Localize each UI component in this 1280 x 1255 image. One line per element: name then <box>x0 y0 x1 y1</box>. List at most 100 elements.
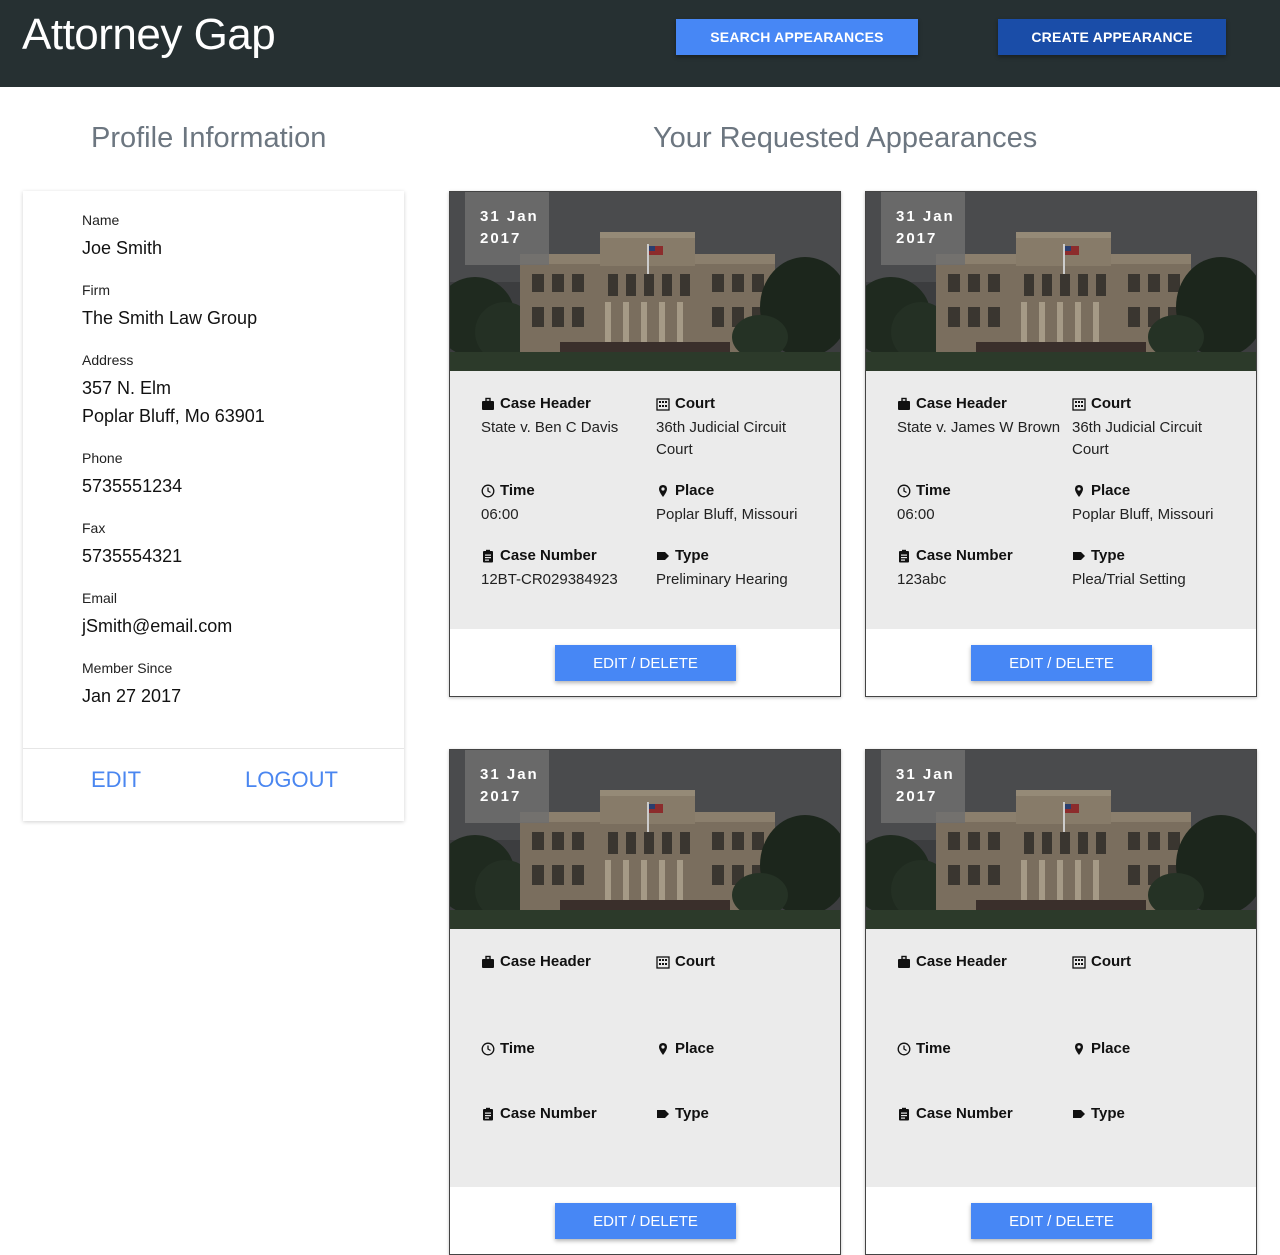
type-label: Type <box>1091 547 1125 564</box>
court-label: Court <box>1091 395 1131 412</box>
case-header-label: Case Header <box>500 953 591 970</box>
profile-member-field: Member Since Jan 27 2017 <box>82 660 181 710</box>
fax-value: 5735554321 <box>82 546 183 566</box>
date-badge: 31 Jan 2017 <box>465 192 549 265</box>
courthouse-image: 31 Jan 2017 <box>866 750 1256 929</box>
case-header-label: Case Header <box>916 395 1007 412</box>
court-label: Court <box>675 395 715 412</box>
time-value: 06:00 <box>897 506 935 523</box>
tag-icon <box>1073 1109 1085 1118</box>
briefcase-icon <box>482 955 494 968</box>
case-number-value: 123abc <box>897 571 947 588</box>
brand-logo[interactable]: Attorney Gap <box>22 10 276 60</box>
type-label: Type <box>1091 1105 1125 1122</box>
appearance-card-3: 31 Jan 2017 Case Header Court Time Place… <box>449 749 841 1255</box>
fax-label: Fax <box>82 520 106 536</box>
edit-delete-button[interactable]: Edit / Delete <box>555 1203 736 1239</box>
edit-delete-button[interactable]: Edit / Delete <box>555 645 736 681</box>
briefcase-icon <box>898 397 910 410</box>
time-label: Time <box>916 482 951 499</box>
court-field: Court 36th Judicial Circuit Court <box>1072 395 1242 461</box>
case-number-field: Case Number <box>481 1105 651 1127</box>
case-header-field: Case Header State v. James W Brown <box>897 395 1067 439</box>
courthouse-image: 31 Jan 2017 <box>450 192 840 371</box>
case-header-label: Case Header <box>916 953 1007 970</box>
address-label: Address <box>82 352 134 368</box>
place-field: Place Poplar Bluff, Missouri <box>1072 482 1242 526</box>
clipboard-icon <box>483 1107 493 1120</box>
profile-divider <box>23 748 404 749</box>
time-label: Time <box>500 482 535 499</box>
court-label: Court <box>675 953 715 970</box>
create-appearance-button[interactable]: Create Appearance <box>998 19 1226 55</box>
court-value: 36th Judicial Circuit Court <box>1072 419 1203 458</box>
appearance-details: Case Header State v. James W Brown Court… <box>866 371 1256 629</box>
logout-link[interactable]: Logout <box>245 767 338 793</box>
court-field: Court <box>1072 953 1242 975</box>
appearances-section-title: Your Requested Appearances <box>653 122 1038 154</box>
place-label: Place <box>675 1040 715 1057</box>
date-year: 2017 <box>896 230 938 247</box>
firm-label: Firm <box>82 282 110 298</box>
profile-email-field: Email jSmith@email.com <box>82 590 232 640</box>
type-value: Preliminary Hearing <box>656 571 788 588</box>
profile-edit-link[interactable]: Edit <box>91 767 141 793</box>
building-icon <box>1072 397 1086 411</box>
place-label: Place <box>675 482 715 499</box>
place-value: Poplar Bluff, Missouri <box>1072 506 1214 523</box>
date-year: 2017 <box>896 788 938 805</box>
building-icon <box>656 955 670 969</box>
date-day: 31 Jan <box>896 766 955 783</box>
place-field: Place <box>1072 1040 1242 1062</box>
clock-icon <box>481 484 495 497</box>
appearance-card-1: 31 Jan 2017 Case Header State v. Ben C D… <box>449 191 841 697</box>
email-label: Email <box>82 590 118 606</box>
case-number-field: Case Number 123abc <box>897 547 1067 591</box>
date-day: 31 Jan <box>480 766 539 783</box>
time-field: Time <box>481 1040 651 1062</box>
member-since-value: Jan 27 2017 <box>82 686 182 706</box>
type-field: Type <box>1072 1105 1242 1127</box>
date-year: 2017 <box>480 788 522 805</box>
case-number-label: Case Number <box>500 547 597 564</box>
case-number-label: Case Number <box>500 1105 597 1122</box>
case-number-field: Case Number 12BT-CR029384923 <box>481 547 651 591</box>
clipboard-icon <box>899 549 909 562</box>
member-since-label: Member Since <box>82 660 173 676</box>
place-value: Poplar Bluff, Missouri <box>656 506 798 523</box>
appearance-card-4: 31 Jan 2017 Case Header Court Time Place… <box>865 749 1257 1255</box>
profile-fax-field: Fax 5735554321 <box>82 520 182 570</box>
address-line2: Poplar Bluff, Mo 63901 <box>82 406 265 426</box>
tag-icon <box>1073 551 1085 560</box>
search-appearances-button[interactable]: Search Appearances <box>676 19 918 55</box>
profile-firm-field: Firm The Smith Law Group <box>82 282 257 332</box>
name-value: Joe Smith <box>82 238 163 258</box>
edit-delete-button[interactable]: Edit / Delete <box>971 645 1152 681</box>
date-badge: 31 Jan 2017 <box>881 192 965 265</box>
appearance-details: Case Header State v. Ben C Davis Court 3… <box>450 371 840 629</box>
type-label: Type <box>675 547 709 564</box>
clipboard-icon <box>483 549 493 562</box>
briefcase-icon <box>482 397 494 410</box>
firm-value: The Smith Law Group <box>82 308 258 328</box>
place-field: Place Poplar Bluff, Missouri <box>656 482 826 526</box>
case-header-value: State v. James W Brown <box>897 419 1061 436</box>
clock-icon <box>897 1042 911 1055</box>
case-header-label: Case Header <box>500 395 591 412</box>
court-label: Court <box>1091 953 1131 970</box>
location-pin-icon <box>659 484 667 497</box>
top-navbar: Attorney Gap Search Appearances Create A… <box>0 0 1280 87</box>
type-value: Plea/Trial Setting <box>1072 571 1186 588</box>
profile-phone-field: Phone 5735551234 <box>82 450 182 500</box>
case-header-field: Case Header <box>897 953 1067 975</box>
email-value: jSmith@email.com <box>82 616 233 636</box>
time-field: Time <box>897 1040 1067 1062</box>
type-field: Type Preliminary Hearing <box>656 547 826 591</box>
location-pin-icon <box>1075 484 1083 497</box>
appearance-details: Case Header Court Time Place Case Number… <box>450 929 840 1187</box>
edit-delete-button[interactable]: Edit / Delete <box>971 1203 1152 1239</box>
type-field: Type Plea/Trial Setting <box>1072 547 1242 591</box>
place-label: Place <box>1091 1040 1131 1057</box>
court-field: Court <box>656 953 826 975</box>
case-header-field: Case Header State v. Ben C Davis <box>481 395 651 439</box>
